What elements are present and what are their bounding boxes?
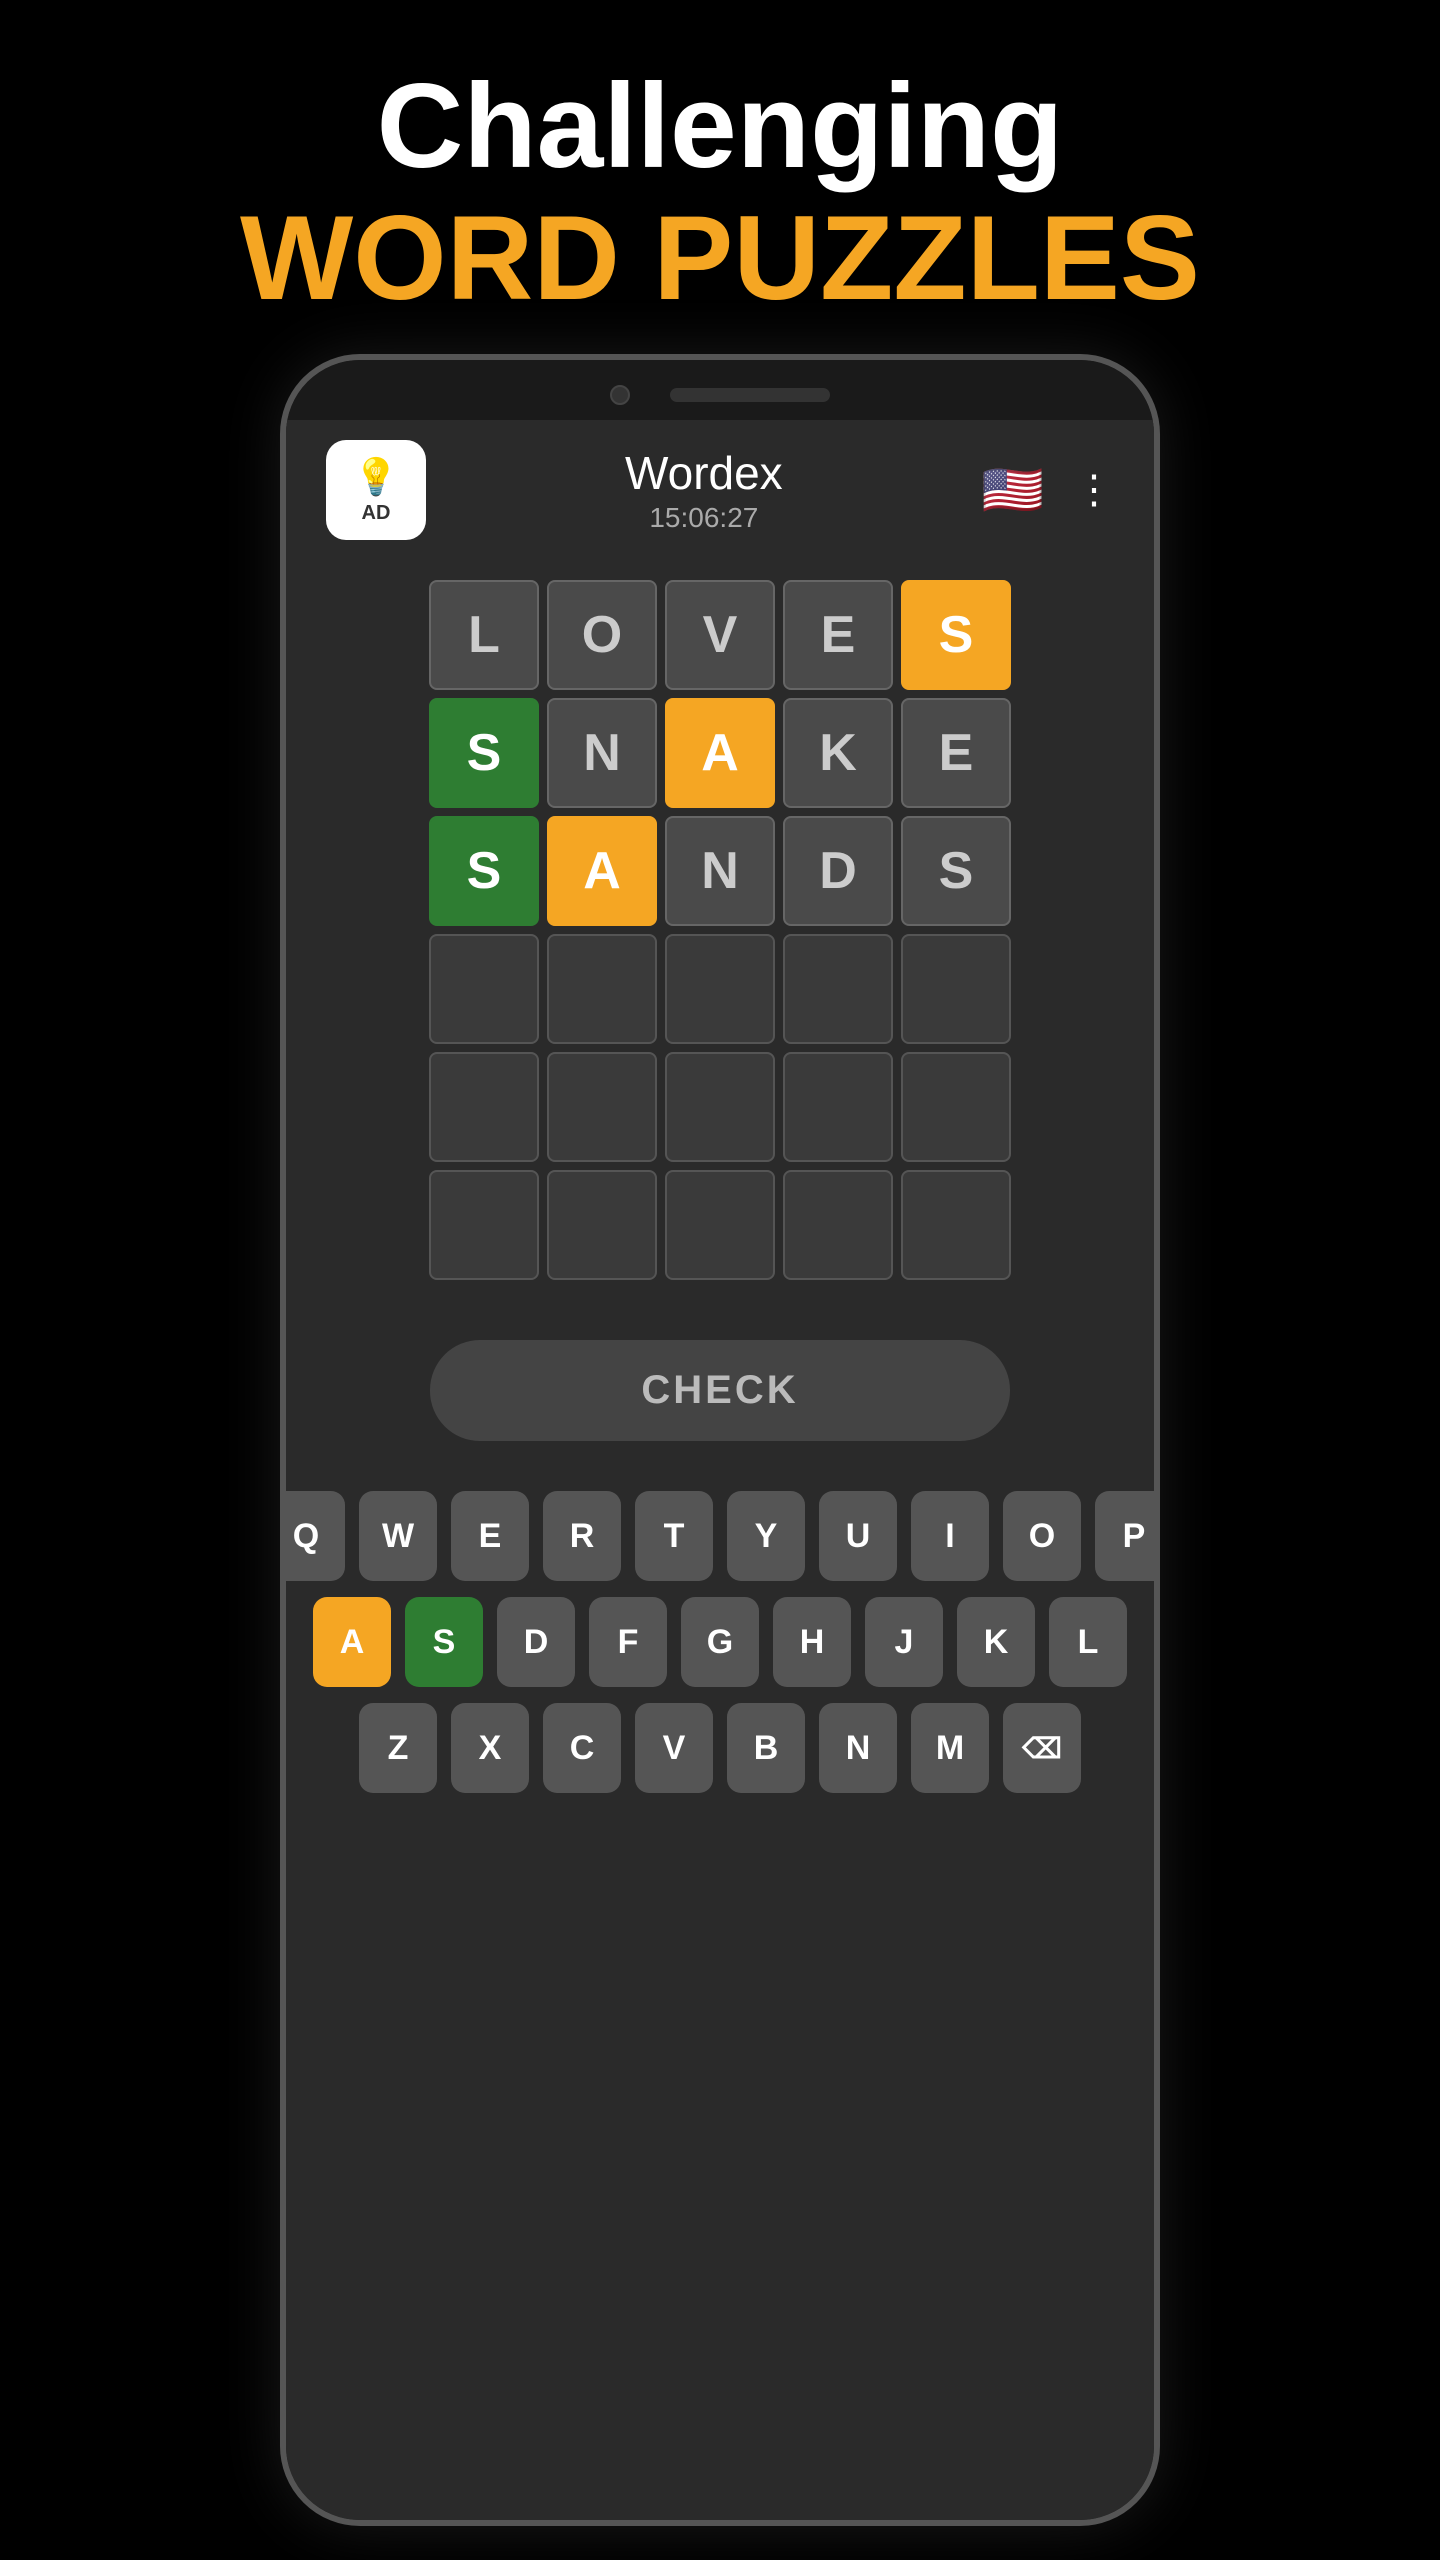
key-U[interactable]: U	[819, 1491, 897, 1581]
header-line2: WORD PUZZLES	[240, 192, 1200, 324]
key-X[interactable]: X	[451, 1703, 529, 1793]
phone-speaker	[670, 388, 830, 402]
key-N[interactable]: N	[819, 1703, 897, 1793]
key-G[interactable]: G	[681, 1597, 759, 1687]
grid-cell-4-1	[547, 1052, 657, 1162]
key-I[interactable]: I	[911, 1491, 989, 1581]
key-Q[interactable]: Q	[280, 1491, 345, 1581]
key-Y[interactable]: Y	[727, 1491, 805, 1581]
key-W[interactable]: W	[359, 1491, 437, 1581]
grid-cell-1-4: E	[901, 698, 1011, 808]
phone-side-button	[1154, 760, 1160, 840]
menu-icon[interactable]: ⋮	[1074, 467, 1114, 513]
grid-cell-0-3: E	[783, 580, 893, 690]
key-K[interactable]: K	[957, 1597, 1035, 1687]
check-button[interactable]: CHECK	[430, 1340, 1010, 1441]
key-F[interactable]: F	[589, 1597, 667, 1687]
key-M[interactable]: M	[911, 1703, 989, 1793]
app-content: 💡 AD Wordex 15:06:27 🇺🇸 ⋮ LOVESSNAKESAND…	[286, 420, 1154, 2520]
header-section: Challenging WORD PUZZLES	[240, 0, 1200, 324]
key-T[interactable]: T	[635, 1491, 713, 1581]
key-B[interactable]: B	[727, 1703, 805, 1793]
key-J[interactable]: J	[865, 1597, 943, 1687]
grid-cell-1-2: A	[665, 698, 775, 808]
grid-cell-4-3	[783, 1052, 893, 1162]
grid-cell-5-4	[901, 1170, 1011, 1280]
key-R[interactable]: R	[543, 1491, 621, 1581]
grid-cell-4-4	[901, 1052, 1011, 1162]
grid-cell-0-1: O	[547, 580, 657, 690]
grid-cell-4-0	[429, 1052, 539, 1162]
grid-cell-3-2	[665, 934, 775, 1044]
grid-cell-0-0: L	[429, 580, 539, 690]
keyboard-row-1: ASDFGHJKL	[313, 1597, 1127, 1687]
grid-cell-5-2	[665, 1170, 775, 1280]
key-A[interactable]: A	[313, 1597, 391, 1687]
app-timer: 15:06:27	[625, 502, 783, 534]
top-right-controls: 🇺🇸 ⋮	[982, 461, 1114, 520]
ad-label: AD	[362, 502, 391, 525]
keyboard-row-0: QWERTYUIOP	[280, 1491, 1160, 1581]
key-H[interactable]: H	[773, 1597, 851, 1687]
game-grid: LOVESSNAKESANDS	[429, 580, 1011, 1280]
key-Z[interactable]: Z	[359, 1703, 437, 1793]
header-line1: Challenging	[240, 60, 1200, 192]
phone-camera	[610, 385, 630, 405]
grid-cell-3-3	[783, 934, 893, 1044]
grid-cell-2-0: S	[429, 816, 539, 926]
key-O[interactable]: O	[1003, 1491, 1081, 1581]
key-⌫[interactable]: ⌫	[1003, 1703, 1081, 1793]
grid-cell-1-1: N	[547, 698, 657, 808]
bulb-icon: 💡	[354, 456, 399, 498]
keyboard-row-2: ZXCVBNM⌫	[359, 1703, 1081, 1793]
grid-cell-1-3: K	[783, 698, 893, 808]
grid-cell-3-0	[429, 934, 539, 1044]
grid-cell-3-4	[901, 934, 1011, 1044]
grid-cell-2-3: D	[783, 816, 893, 926]
game-grid-container: LOVESSNAKESANDS	[286, 560, 1154, 1300]
grid-cell-4-2	[665, 1052, 775, 1162]
app-title: Wordex	[625, 446, 783, 500]
check-button-container: CHECK	[286, 1300, 1154, 1481]
grid-cell-3-1	[547, 934, 657, 1044]
key-S[interactable]: S	[405, 1597, 483, 1687]
key-C[interactable]: C	[543, 1703, 621, 1793]
top-bar: 💡 AD Wordex 15:06:27 🇺🇸 ⋮	[286, 420, 1154, 560]
keyboard: QWERTYUIOPASDFGHJKLZXCVBNM⌫	[286, 1481, 1154, 1853]
grid-cell-2-4: S	[901, 816, 1011, 926]
grid-cell-0-2: V	[665, 580, 775, 690]
grid-cell-5-3	[783, 1170, 893, 1280]
key-P[interactable]: P	[1095, 1491, 1160, 1581]
grid-cell-0-4: S	[901, 580, 1011, 690]
flag-icon[interactable]: 🇺🇸	[982, 461, 1044, 520]
key-E[interactable]: E	[451, 1491, 529, 1581]
phone-frame: 💡 AD Wordex 15:06:27 🇺🇸 ⋮ LOVESSNAKESAND…	[280, 354, 1160, 2526]
key-L[interactable]: L	[1049, 1597, 1127, 1687]
ad-button[interactable]: 💡 AD	[326, 440, 426, 540]
key-V[interactable]: V	[635, 1703, 713, 1793]
grid-cell-2-1: A	[547, 816, 657, 926]
grid-cell-5-0	[429, 1170, 539, 1280]
grid-cell-2-2: N	[665, 816, 775, 926]
grid-cell-5-1	[547, 1170, 657, 1280]
key-D[interactable]: D	[497, 1597, 575, 1687]
grid-cell-1-0: S	[429, 698, 539, 808]
title-section: Wordex 15:06:27	[625, 446, 783, 534]
phone-notch-area	[286, 360, 1154, 420]
